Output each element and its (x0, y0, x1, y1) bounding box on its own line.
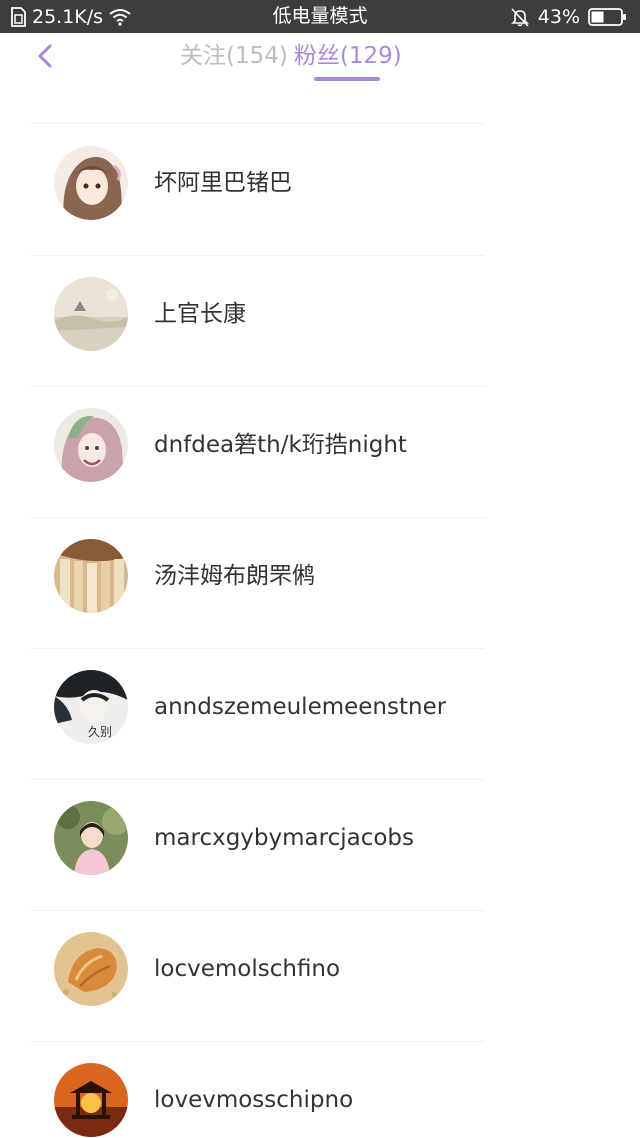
follower-name: dnfdea箬th/k珩捁night (154, 432, 407, 458)
avatar (54, 277, 128, 351)
active-tab-indicator (313, 77, 380, 81)
follower-name: marcxgybymarcjacobs (154, 825, 415, 851)
list-item[interactable]: marcxgybymarcjacobs (0, 779, 640, 910)
avatar (54, 146, 128, 220)
followers-screen: 25.1K/s 低电量模式 43% 关注(154) 粉丝(129) 坏阿里巴锗巴… (0, 0, 640, 1138)
list-item[interactable]: 坏阿里巴锗巴 (0, 124, 640, 255)
follower-name: anndszemeulemeenstner (154, 694, 447, 720)
bell-off-icon (510, 7, 530, 27)
follower-name: 上官长康 (154, 301, 246, 327)
sim-icon (10, 6, 26, 27)
network-speed: 25.1K/s (32, 5, 104, 28)
follower-list: 坏阿里巴锗巴 上官长康 dnfdea箬th/k珩捁night 汤沣姆布朗罘鸺 久… (0, 85, 640, 1138)
follower-name: locvemolschfino (154, 956, 341, 982)
battery-percent: 43% (537, 5, 580, 28)
battery-icon (588, 7, 628, 26)
list-item[interactable]: 汤沣姆布朗罘鸺 (0, 517, 640, 648)
list-item[interactable]: locvemolschfino (0, 910, 640, 1041)
follower-name: lovevmosschipno (154, 1087, 354, 1113)
avatar (54, 932, 128, 1006)
chevron-left-icon (36, 43, 54, 73)
status-left: 25.1K/s (10, 6, 210, 28)
list-item[interactable]: lovevmosschipno (0, 1041, 640, 1138)
avatar (54, 408, 128, 482)
tab-followers-label: 粉丝(129) (293, 43, 402, 69)
avatar (54, 1063, 128, 1137)
wifi-icon (109, 8, 131, 26)
avatar-caption: 久别 (88, 725, 112, 739)
back-button[interactable] (28, 41, 62, 75)
avatar (54, 801, 128, 875)
list-item[interactable]: dnfdea箬th/k珩捁night (0, 386, 640, 517)
tab-bar: 关注(154) 粉丝(129) (180, 39, 402, 81)
follower-name: 汤沣姆布朗罘鸺 (154, 563, 315, 589)
follower-name: 坏阿里巴锗巴 (154, 170, 292, 196)
tab-followers[interactable]: 粉丝(129) (293, 39, 402, 81)
tab-following[interactable]: 关注(154) (180, 39, 288, 73)
avatar (54, 539, 128, 613)
avatar: 久别 (54, 670, 128, 744)
status-right: 43% (510, 6, 628, 28)
list-item[interactable]: 上官长康 (0, 255, 640, 386)
list-item[interactable]: 久别 anndszemeulemeenstner (0, 648, 640, 779)
header: 关注(154) 粉丝(129) (0, 33, 640, 85)
status-bar: 25.1K/s 低电量模式 43% (0, 0, 640, 33)
